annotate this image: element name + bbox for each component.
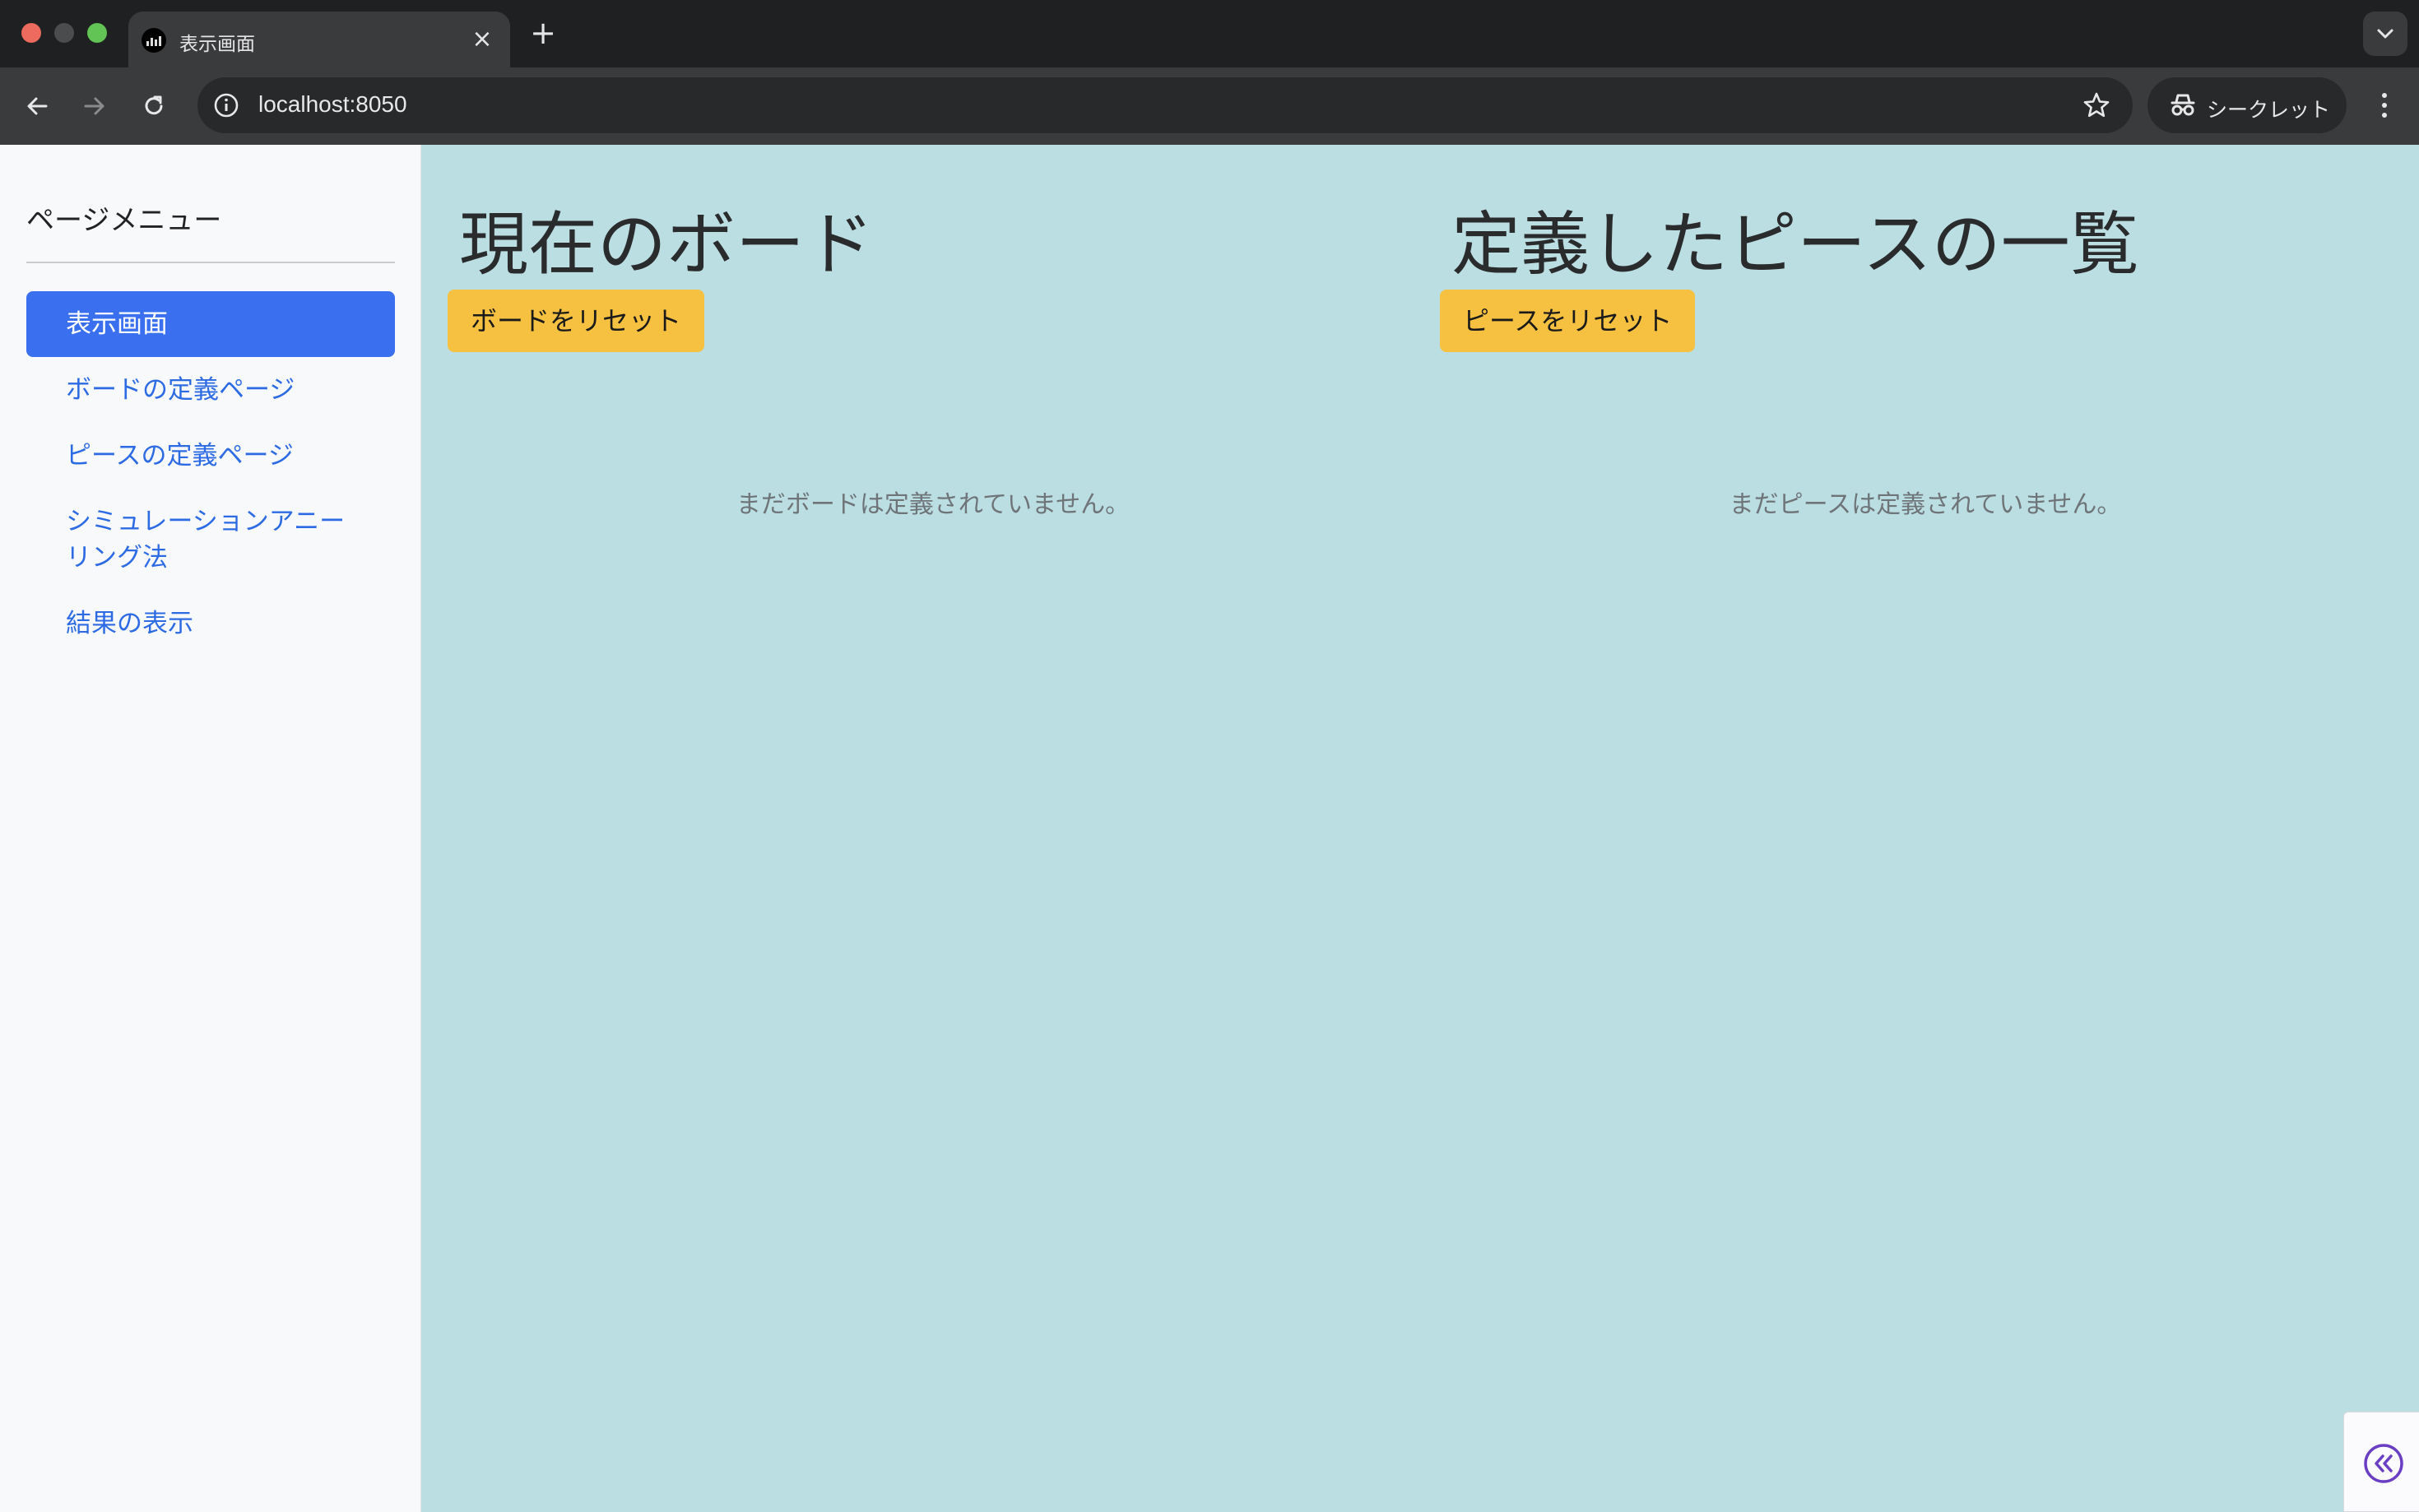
sidebar-divider bbox=[26, 262, 395, 263]
star-icon[interactable] bbox=[2082, 90, 2111, 120]
incognito-icon bbox=[2171, 94, 2195, 116]
back-button[interactable] bbox=[18, 87, 56, 125]
sidebar-item-results[interactable]: 結果の表示 bbox=[26, 591, 395, 656]
tab-title: 表示画面 bbox=[179, 34, 255, 55]
arrow-right-icon bbox=[84, 97, 104, 115]
double-chevron-left-icon bbox=[2364, 1444, 2403, 1483]
url-text[interactable]: localhost:8050 bbox=[258, 91, 407, 118]
reload-icon bbox=[145, 95, 163, 115]
browser-tab-bar: 表示画面 × + bbox=[0, 0, 2419, 67]
pieces-heading: 定義したピースの一覧 bbox=[1451, 204, 2139, 285]
reset-pieces-button[interactable]: ピースをリセット bbox=[1440, 290, 1696, 352]
sidebar-item-simulated-annealing[interactable]: シミュレーションアニーリング法 bbox=[26, 489, 395, 591]
reset-board-button[interactable]: ボードをリセット bbox=[448, 290, 705, 352]
sidebar-item-board-definition[interactable]: ボードの定義ページ bbox=[26, 357, 395, 423]
info-icon[interactable] bbox=[212, 91, 240, 119]
board-empty-message: まだボードは定義されていません。 bbox=[736, 490, 1131, 519]
chevron-down-icon bbox=[2377, 29, 2393, 39]
dev-tools-toggle[interactable] bbox=[2343, 1412, 2419, 1512]
browser-toolbar: localhost:8050 シークレット bbox=[0, 67, 2419, 145]
dash-favicon-icon bbox=[142, 28, 166, 53]
reload-button[interactable] bbox=[135, 87, 173, 125]
pieces-empty-message: まだピースは定義されていません。 bbox=[1729, 490, 2122, 519]
sidebar-item-display[interactable]: 表示画面 bbox=[26, 291, 395, 357]
arrow-left-icon bbox=[27, 97, 48, 115]
browser-tab-active[interactable]: 表示画面 × bbox=[128, 12, 510, 67]
sidebar-title: ページメニュー bbox=[26, 204, 222, 237]
incognito-label: シークレット bbox=[2207, 98, 2331, 122]
sidebar-nav: 表示画面 ボードの定義ページ ピースの定義ページ シミュレーションアニーリング法… bbox=[26, 291, 395, 656]
forward-button[interactable] bbox=[76, 87, 114, 125]
minimize-window-button[interactable] bbox=[54, 23, 74, 43]
close-window-button[interactable] bbox=[21, 23, 41, 43]
sidebar: ページメニュー 表示画面 ボードの定義ページ ピースの定義ページ シミュレーショ… bbox=[0, 145, 421, 1512]
tab-close-icon[interactable]: × bbox=[466, 23, 499, 56]
kebab-menu-icon[interactable] bbox=[2363, 84, 2406, 127]
board-heading: 現在のボード bbox=[459, 204, 875, 285]
main-content: 現在のボード ボードをリセット まだボードは定義されていません。 定義したピース… bbox=[421, 145, 2419, 1512]
address-bar[interactable]: localhost:8050 bbox=[197, 77, 2133, 133]
sidebar-item-piece-definition[interactable]: ピースの定義ページ bbox=[26, 423, 395, 489]
maximize-window-button[interactable] bbox=[87, 23, 107, 43]
incognito-indicator[interactable]: シークレット bbox=[2147, 77, 2347, 133]
tab-search-button[interactable] bbox=[2363, 12, 2407, 56]
new-tab-button[interactable]: + bbox=[527, 15, 559, 51]
